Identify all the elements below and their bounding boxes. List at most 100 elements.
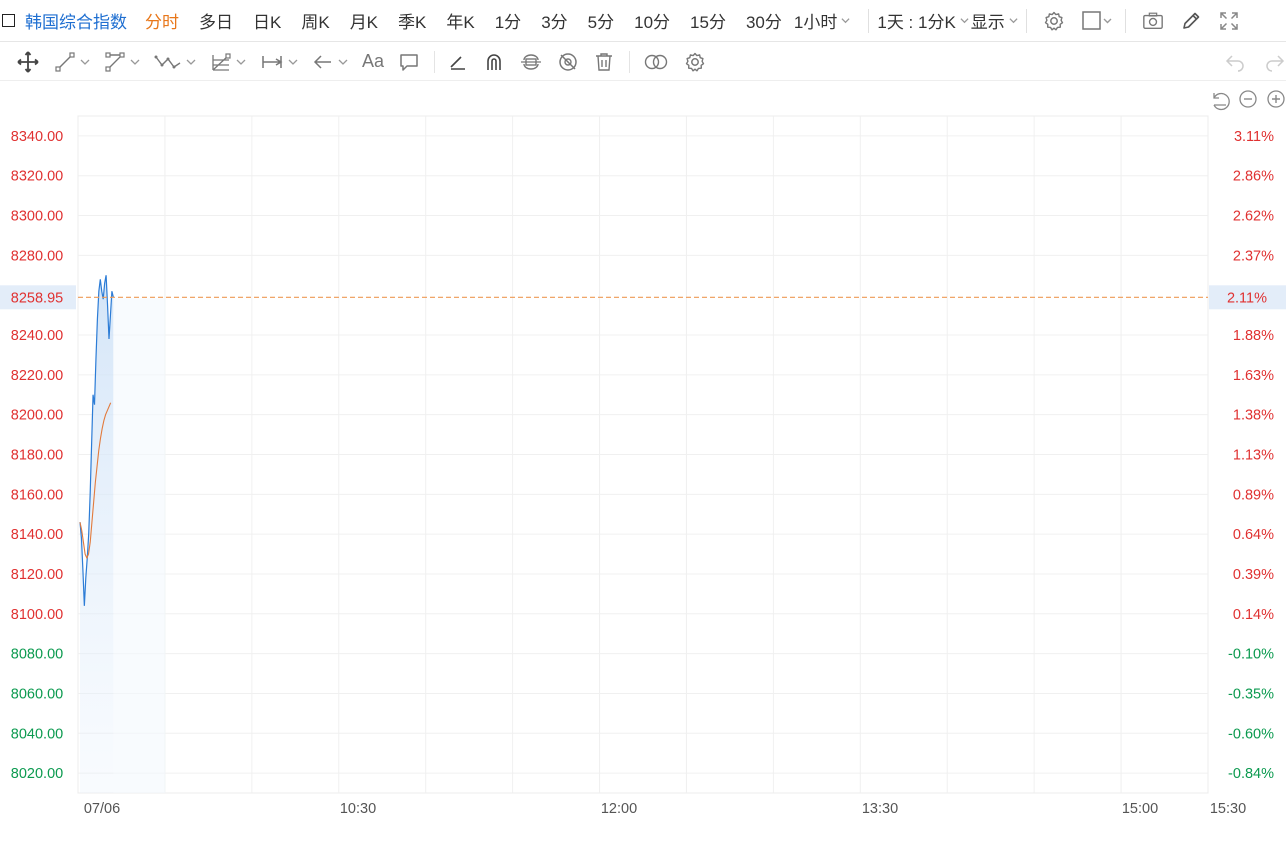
- toolbar-divider: [1124, 8, 1126, 33]
- period-tab-5min[interactable]: 5分: [588, 8, 614, 33]
- intraday-chart[interactable]: 8258.95 2.11% 8340.00 3.11% 8320.00 2.86% 830…: [0, 82, 1286, 840]
- reset-icon[interactable]: [1213, 92, 1230, 111]
- range-dropdown[interactable]: 1天 : 1分K: [877, 8, 969, 33]
- period-tab-quarterly[interactable]: 季K: [398, 8, 426, 33]
- y-tick-label-left: 8040.00: [11, 726, 63, 742]
- period-tab-30min[interactable]: 30分: [746, 8, 782, 33]
- period-tab-weekly[interactable]: 周K: [301, 8, 329, 33]
- settings-icon[interactable]: [1043, 10, 1065, 32]
- x-tick-label: 07/06: [84, 801, 120, 817]
- y-tick-label-right: 2.86%: [1233, 169, 1274, 185]
- pencil-icon[interactable]: [1180, 10, 1202, 32]
- square-icon[interactable]: [1081, 10, 1113, 32]
- y-tick-label-right: 1.38%: [1233, 408, 1274, 424]
- y-tick-label-right: 2.62%: [1233, 209, 1274, 225]
- y-tick-label-left: 8100.00: [11, 607, 63, 623]
- x-tick-label: 15:00: [1122, 801, 1158, 817]
- y-tick-label-right: 1.13%: [1233, 448, 1274, 464]
- y-tick-label-right: 0.89%: [1233, 487, 1274, 503]
- redo-icon[interactable]: [1264, 51, 1286, 73]
- comment-tool-icon[interactable]: [398, 51, 420, 73]
- y-tick-label-right: 0.14%: [1233, 607, 1274, 623]
- undo-icon[interactable]: [1224, 51, 1246, 73]
- display-dropdown[interactable]: 显示: [971, 8, 1018, 33]
- trash-icon[interactable]: [593, 51, 615, 73]
- y-tick-label-left: 8020.00: [11, 766, 63, 782]
- y-tick-label-right: -0.35%: [1228, 686, 1274, 702]
- zoom-in-icon[interactable]: [1267, 90, 1285, 108]
- y-tick-label-left: 8300.00: [11, 209, 63, 225]
- measure-tool-icon[interactable]: [260, 51, 298, 73]
- fullscreen-icon[interactable]: [1218, 10, 1240, 32]
- chevron-down-icon: [236, 59, 246, 65]
- chevron-down-icon: [288, 59, 298, 65]
- period-tab-yearly[interactable]: 年K: [446, 8, 474, 33]
- y-tick-label-left: 8200.00: [11, 408, 63, 424]
- line-tool-icon[interactable]: [54, 51, 90, 73]
- y-tick-label-right: 0.39%: [1233, 567, 1274, 583]
- current-price-marker: 8258.95 2.11%: [0, 285, 1286, 310]
- chart-area[interactable]: 8258.95 2.11% 8340.00 3.11% 8320.00 2.86% 830…: [0, 82, 1286, 840]
- magnet-icon[interactable]: [483, 51, 505, 73]
- y-tick-label-left: 8120.00: [11, 567, 63, 583]
- range-dropdown-label: 1天 : 1分K: [877, 13, 956, 32]
- text-tool-icon[interactable]: Aa: [362, 51, 384, 72]
- x-tick-label: 15:30: [1210, 801, 1246, 817]
- price-area: [80, 275, 166, 793]
- period-tab-multiday[interactable]: 多日: [199, 8, 233, 33]
- chevron-down-icon: [338, 59, 348, 65]
- x-tick-label: 13:30: [862, 801, 898, 817]
- text-tool-label: Aa: [362, 51, 385, 71]
- y-tick-label-right: 3.11%: [1234, 129, 1274, 145]
- move-icon[interactable]: [16, 50, 40, 74]
- current-price-label: 8258.95: [11, 290, 63, 306]
- x-tick-label: 12:00: [601, 801, 637, 817]
- x-tick-label: 10:30: [340, 801, 376, 817]
- period-tab-15min[interactable]: 15分: [690, 8, 726, 33]
- y-tick-label-right: -0.84%: [1228, 766, 1274, 782]
- y-tick-label-left: 8240.00: [11, 328, 63, 344]
- drawing-toolbar: Aa: [0, 43, 1286, 81]
- y-tick-label-right: 2.37%: [1233, 248, 1274, 264]
- polyline-tool-icon[interactable]: [104, 51, 140, 73]
- toolbar-divider: [1025, 8, 1027, 33]
- arrow-tool-icon[interactable]: [312, 51, 348, 73]
- camera-icon[interactable]: [1142, 10, 1164, 32]
- y-tick-label-left: 8180.00: [11, 448, 63, 464]
- y-tick-label-right: 1.88%: [1233, 328, 1274, 344]
- draw-settings-icon[interactable]: [684, 51, 706, 73]
- zoom-out-icon[interactable]: [1239, 90, 1257, 108]
- index-title[interactable]: 韩国综合指数: [25, 8, 127, 33]
- hour-dropdown-label: 1小时: [793, 13, 838, 32]
- fib-tool-icon[interactable]: [210, 51, 246, 73]
- toolbar-divider: [629, 50, 631, 73]
- period-tab-3min[interactable]: 3分: [541, 8, 567, 33]
- y-tick-label-left: 8140.00: [11, 527, 63, 543]
- hour-dropdown[interactable]: 1小时: [794, 8, 850, 33]
- chevron-down-icon: [186, 59, 196, 65]
- period-tab-10min[interactable]: 10分: [634, 8, 670, 33]
- sidebar-toggle-icon[interactable]: [2, 14, 15, 27]
- y-tick-label-left: 8080.00: [11, 647, 63, 663]
- period-tab-daily[interactable]: 日K: [253, 8, 281, 33]
- y-tick-label-left: 8220.00: [11, 368, 63, 384]
- wave-tool-icon[interactable]: [154, 51, 196, 73]
- hide-icon[interactable]: [557, 51, 579, 73]
- grid: [77, 115, 1209, 794]
- toolbar-divider: [868, 8, 870, 33]
- current-pct-label: 2.11%: [1227, 290, 1267, 306]
- period-tab-monthly[interactable]: 月K: [350, 8, 378, 33]
- toolbar-divider: [434, 50, 436, 73]
- chevron-down-icon: [1009, 18, 1018, 24]
- link-icon[interactable]: [642, 51, 670, 73]
- lock-icon[interactable]: [519, 51, 543, 73]
- ruler-icon[interactable]: [447, 51, 469, 73]
- display-dropdown-label: 显示: [970, 13, 1005, 32]
- y-tick-label-left: 8280.00: [11, 248, 63, 264]
- axis-labels: 8340.00 3.11% 8320.00 2.86% 8300.00 2.62% 8280…: [11, 129, 1274, 817]
- period-tab-1min[interactable]: 1分: [495, 8, 521, 33]
- y-tick-label-right: -0.60%: [1228, 726, 1274, 742]
- y-tick-label-left: 8060.00: [11, 686, 63, 702]
- y-tick-label-left: 8160.00: [11, 487, 63, 503]
- period-tab-intraday[interactable]: 分时: [145, 8, 179, 33]
